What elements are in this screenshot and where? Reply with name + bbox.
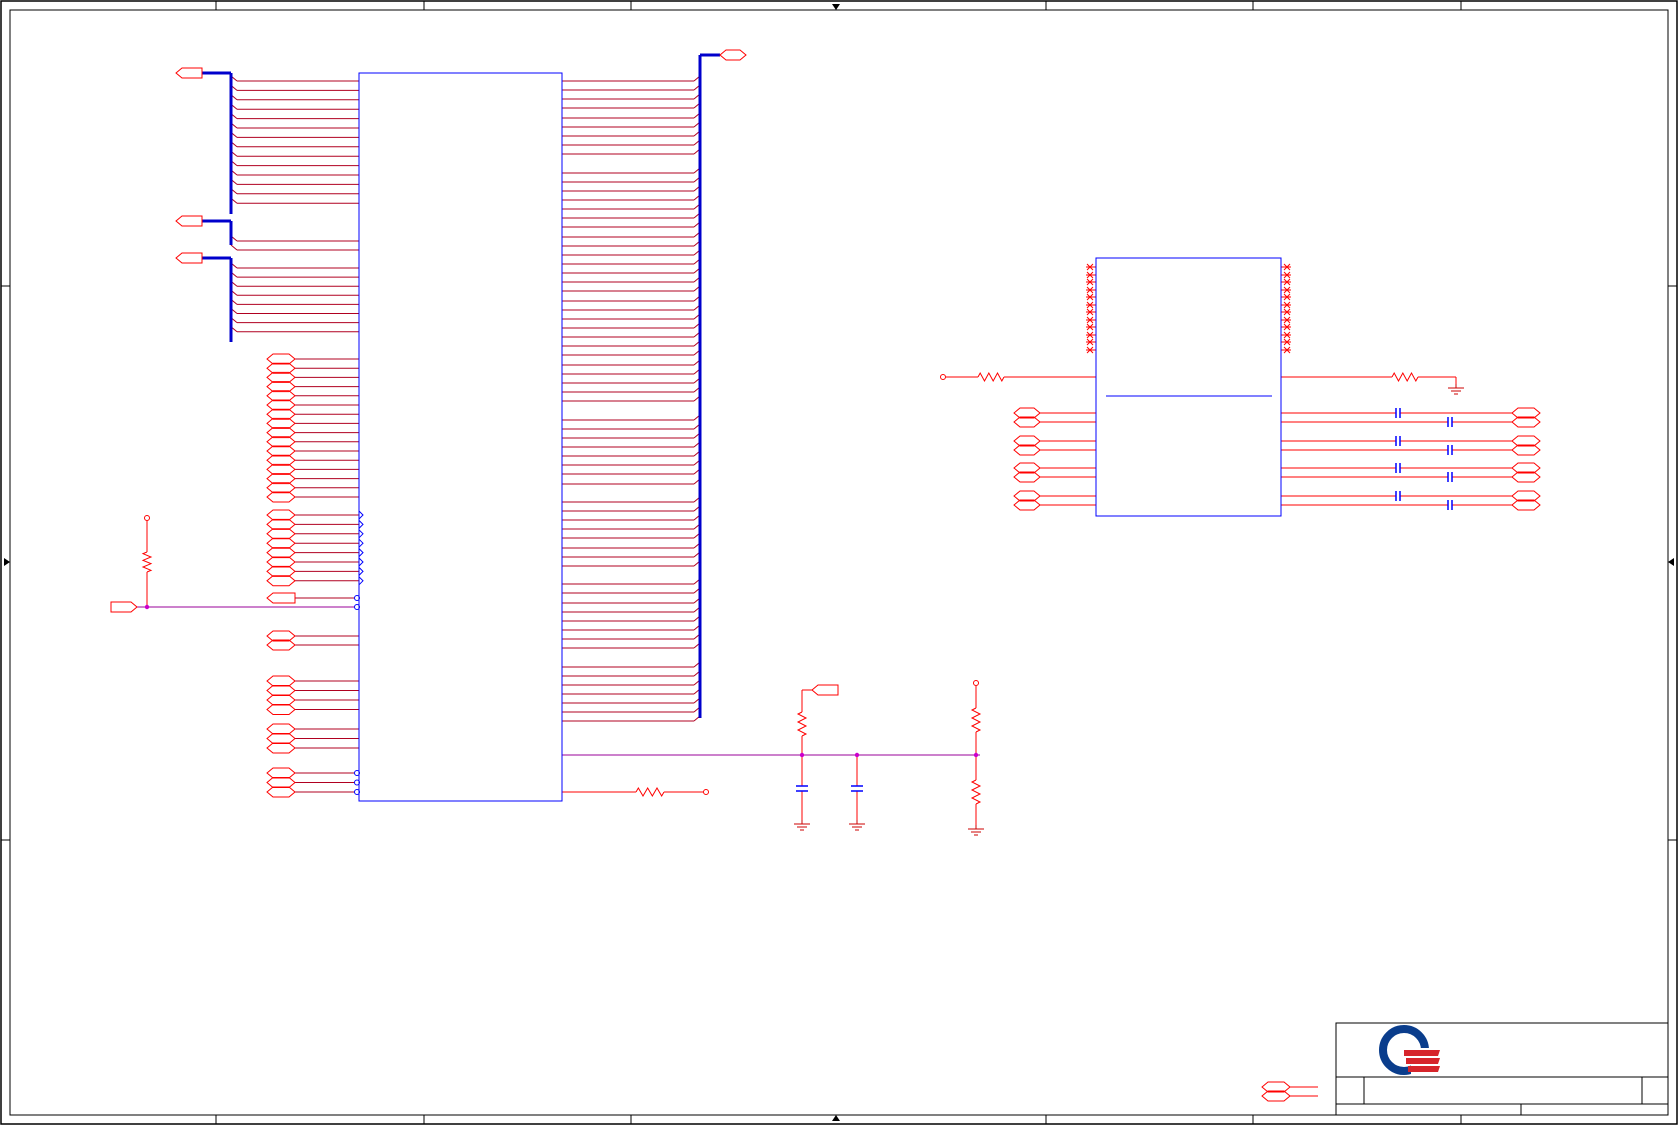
bidirectional-port-icon xyxy=(266,399,296,411)
junction-dot xyxy=(799,752,805,758)
bidirectional-port-icon xyxy=(266,723,296,735)
bidirectional-port-icon xyxy=(266,473,296,485)
offpage-connector-icon xyxy=(811,684,839,696)
bidirectional-port-icon xyxy=(266,436,296,448)
bidirectional-port-icon xyxy=(266,575,296,587)
sheet-frame xyxy=(0,0,1678,1125)
bidirectional-port-icon xyxy=(266,371,296,383)
resistor-icon xyxy=(970,779,982,805)
company-logo-q-icon xyxy=(1379,1025,1440,1076)
bidirectional-port-icon xyxy=(266,767,296,779)
bidirectional-port-icon xyxy=(266,509,296,521)
frame-ticks xyxy=(1,1,1677,1124)
bidirectional-port-icon xyxy=(266,777,296,788)
bidirectional-port-icon xyxy=(266,427,296,439)
bidirectional-port-icon xyxy=(266,675,296,687)
bidirectional-port-icon xyxy=(266,694,296,706)
pullup-resistor-icon xyxy=(141,551,153,573)
bidirectional-port-icon xyxy=(266,362,296,374)
bidirectional-port-icon xyxy=(266,353,296,365)
bidirectional-port-icon xyxy=(266,463,296,475)
clock-pin-marker xyxy=(358,557,364,567)
bidirectional-port-icon xyxy=(266,518,296,530)
schematic-sheet xyxy=(0,0,1678,1125)
power-pin-icon xyxy=(703,789,709,795)
bidirectional-port-icon xyxy=(266,381,296,393)
resistor-icon xyxy=(1391,371,1419,383)
resistor-icon xyxy=(796,711,808,737)
offpage-connector-icon xyxy=(175,215,203,227)
bidirectional-port-icon xyxy=(266,408,296,420)
clock-pin-marker xyxy=(358,529,364,539)
bidirectional-port-icon xyxy=(266,786,296,798)
bidirectional-port-icon xyxy=(266,704,296,715)
ground-icon xyxy=(967,825,985,836)
clock-pin-marker xyxy=(358,520,364,529)
clock-pin-marker xyxy=(358,576,364,586)
junction-dot xyxy=(854,752,860,758)
ground-icon xyxy=(1447,384,1465,395)
power-pin-icon xyxy=(973,680,979,686)
clock-pin-marker xyxy=(358,567,364,576)
bidirectional-port-icon xyxy=(719,49,747,61)
offpage-connector-icon xyxy=(175,67,203,79)
bidirectional-port-icon xyxy=(266,417,296,429)
bidirectional-port-icon xyxy=(266,556,296,568)
connector-ic-body[interactable] xyxy=(1095,257,1282,517)
clock-pin-marker xyxy=(358,548,364,557)
bidirectional-port-icon xyxy=(266,528,296,540)
component-layer xyxy=(110,49,1541,1102)
bidirectional-port-icon xyxy=(266,537,296,549)
resistor-icon xyxy=(970,707,982,733)
bidirectional-port-icon xyxy=(266,482,296,494)
offpage-connector-icon xyxy=(266,592,296,604)
clock-pin-marker xyxy=(358,510,364,520)
junction-dot xyxy=(973,752,979,758)
bidirectional-port-icon xyxy=(266,547,296,559)
ground-icon xyxy=(848,820,866,831)
bidirectional-port-icon xyxy=(266,733,296,744)
clock-pin-marker xyxy=(358,538,364,548)
bidirectional-port-icon xyxy=(266,454,296,466)
resistor-icon xyxy=(977,371,1005,383)
bidirectional-port-icon xyxy=(266,390,296,402)
bidirectional-port-icon xyxy=(266,685,296,696)
bidirectional-port-icon xyxy=(266,742,296,754)
resistor-icon xyxy=(635,787,665,797)
bidirectional-port-icon xyxy=(266,491,296,503)
wire-layer xyxy=(137,75,1512,1097)
bidirectional-port-icon xyxy=(266,445,296,457)
bus-entry xyxy=(230,244,238,251)
power-pin-icon xyxy=(940,374,946,380)
offpage-connector-icon xyxy=(175,252,203,264)
main-ic-body[interactable] xyxy=(358,72,563,802)
junction-dot xyxy=(144,604,150,610)
bidirectional-port-icon xyxy=(266,565,296,577)
offpage-connector-icon xyxy=(110,601,138,613)
power-pin-icon xyxy=(144,515,150,521)
ground-icon xyxy=(793,820,811,831)
frame-center-arrows xyxy=(4,4,1674,1121)
